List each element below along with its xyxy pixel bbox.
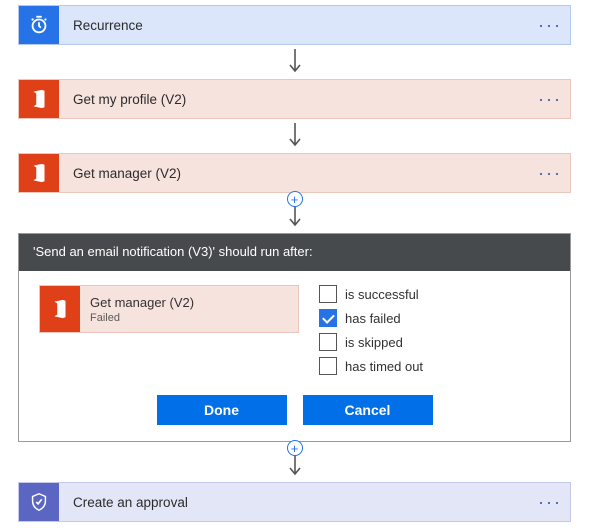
run-after-panel: 'Send an email notification (V3)' should… xyxy=(18,233,571,442)
dependency-title: Get manager (V2) xyxy=(90,295,194,310)
checkbox-has-failed[interactable]: has failed xyxy=(319,309,423,327)
connector-arrow xyxy=(18,45,571,79)
checkbox-icon xyxy=(319,285,337,303)
step-recurrence[interactable]: Recurrence ··· xyxy=(18,5,571,45)
panel-body: Get manager (V2) Failed is successful ha… xyxy=(19,271,570,441)
checkbox-is-skipped[interactable]: is skipped xyxy=(319,333,423,351)
checkbox-icon xyxy=(319,357,337,375)
connector-arrow xyxy=(18,119,571,153)
checkbox-label: has failed xyxy=(345,311,401,326)
step-title: Get manager (V2) xyxy=(59,166,530,181)
checkbox-icon xyxy=(319,309,337,327)
connector-arrow: + xyxy=(18,193,571,233)
step-get-manager[interactable]: Get manager (V2) ··· xyxy=(18,153,571,193)
more-icon[interactable]: ··· xyxy=(530,15,570,36)
step-get-profile[interactable]: Get my profile (V2) ··· xyxy=(18,79,571,119)
more-icon[interactable]: ··· xyxy=(530,492,570,513)
office-icon xyxy=(40,286,80,332)
checkbox-is-successful[interactable]: is successful xyxy=(319,285,423,303)
step-title: Get my profile (V2) xyxy=(59,92,530,107)
cancel-button[interactable]: Cancel xyxy=(303,395,433,425)
done-button[interactable]: Done xyxy=(157,395,287,425)
checkbox-label: has timed out xyxy=(345,359,423,374)
office-icon xyxy=(19,80,59,118)
add-step-icon[interactable]: + xyxy=(287,440,303,456)
add-step-icon[interactable]: + xyxy=(287,191,303,207)
shield-check-icon xyxy=(19,483,59,521)
step-title: Recurrence xyxy=(59,18,530,33)
step-title: Create an approval xyxy=(59,495,530,510)
checkbox-label: is skipped xyxy=(345,335,403,350)
condition-checklist: is successful has failed is skipped has … xyxy=(319,285,423,375)
office-icon xyxy=(19,154,59,192)
checkbox-label: is successful xyxy=(345,287,419,302)
panel-header: 'Send an email notification (V3)' should… xyxy=(19,234,570,271)
step-create-approval[interactable]: Create an approval ··· xyxy=(18,482,571,522)
clock-icon xyxy=(19,6,59,44)
dependency-card: Get manager (V2) Failed xyxy=(39,285,299,333)
more-icon[interactable]: ··· xyxy=(530,89,570,110)
connector-arrow: + xyxy=(18,442,571,482)
checkbox-has-timed-out[interactable]: has timed out xyxy=(319,357,423,375)
dependency-status: Failed xyxy=(90,312,194,324)
more-icon[interactable]: ··· xyxy=(530,163,570,184)
checkbox-icon xyxy=(319,333,337,351)
